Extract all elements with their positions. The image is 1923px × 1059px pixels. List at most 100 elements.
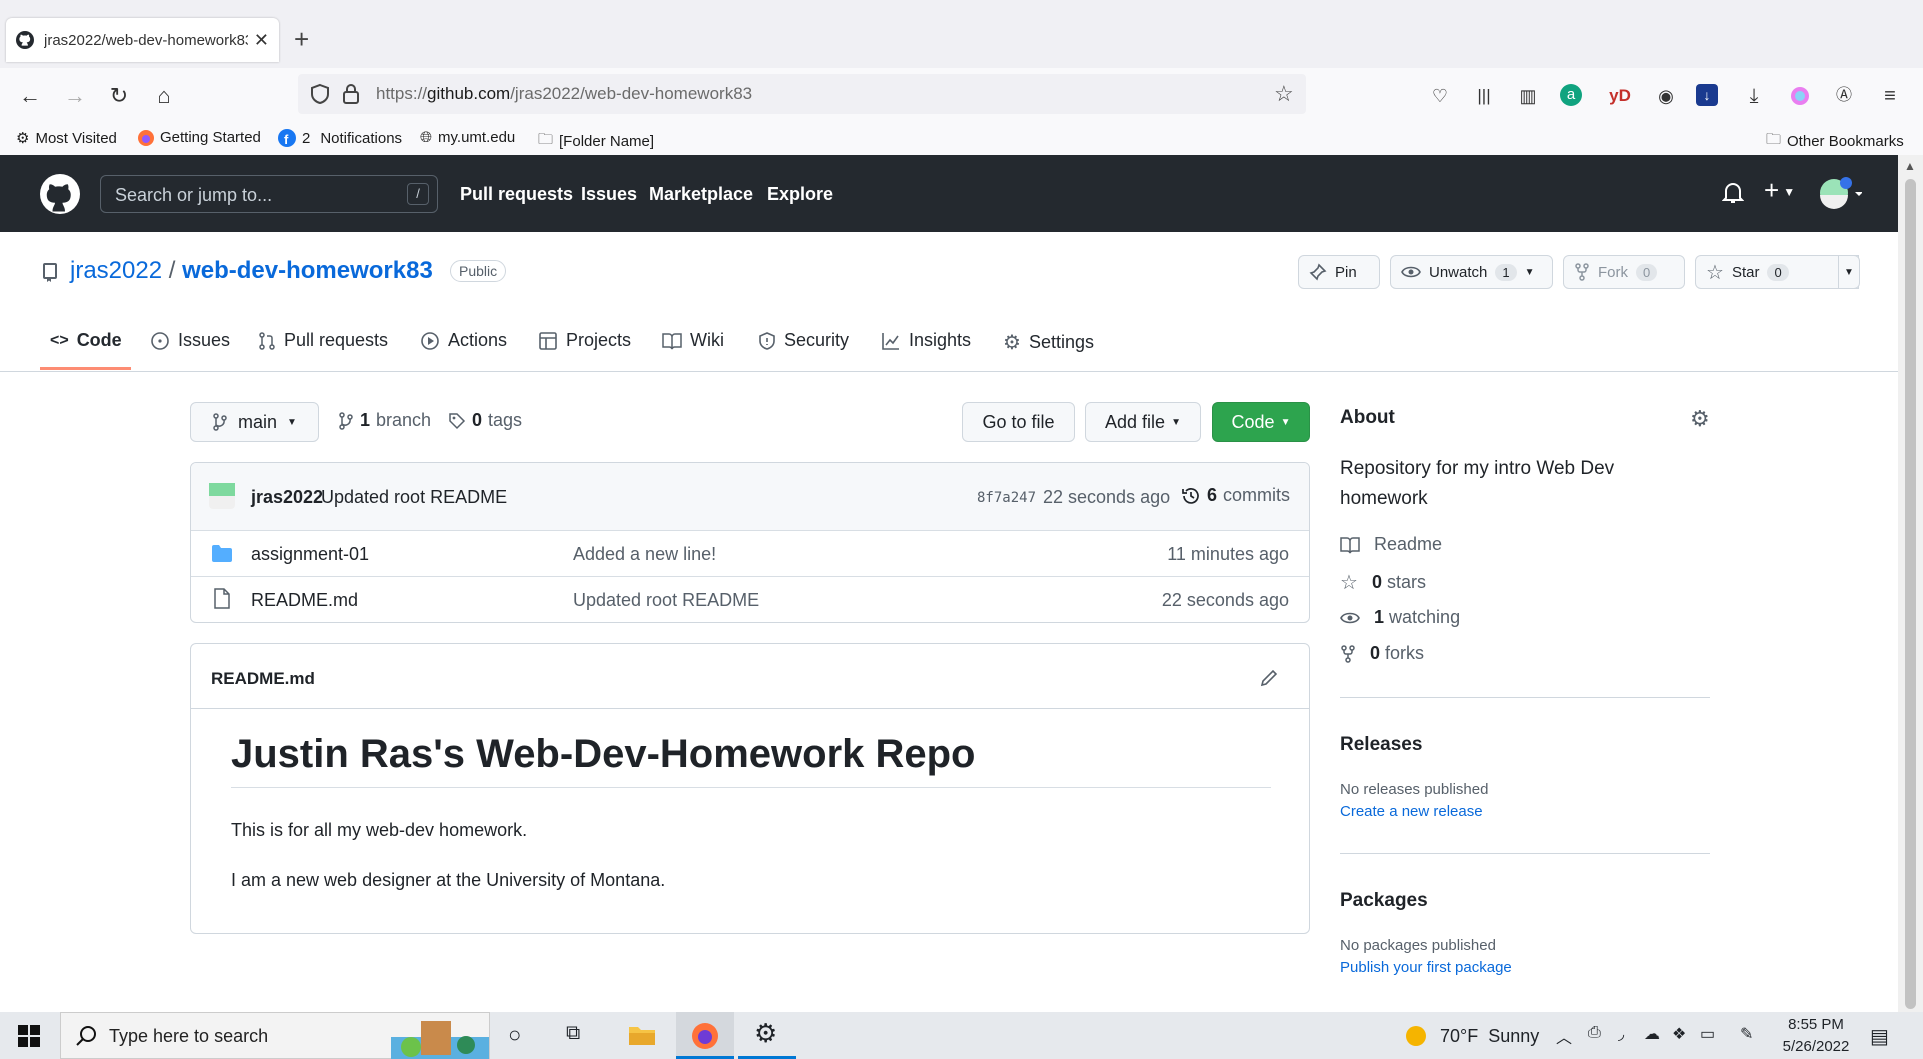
edit-pencil-icon[interactable]: [1259, 668, 1279, 688]
url-bar[interactable]: https://github.com/jras2022/web-dev-home…: [298, 74, 1306, 114]
user-avatar[interactable]: [1818, 177, 1862, 209]
unwatch-button[interactable]: Unwatch 1 ▼: [1390, 255, 1553, 289]
close-tab-icon[interactable]: ✕: [254, 30, 269, 51]
add-file-button[interactable]: Add file ▼: [1085, 402, 1201, 442]
new-tab-icon[interactable]: +: [294, 26, 309, 52]
repo-name-link[interactable]: web-dev-homework83: [182, 257, 433, 284]
commit-sha[interactable]: 8f7a247: [977, 490, 1036, 506]
browser-tab[interactable]: jras2022/web-dev-homework83 ✕: [6, 18, 279, 62]
tab-settings[interactable]: ⚙ Settings: [1003, 330, 1094, 355]
create-new-plus-icon[interactable]: + ▼: [1764, 175, 1795, 206]
file-commit-message[interactable]: Added a new line!: [573, 544, 716, 565]
bookmark-other[interactable]: 🗀 Other Bookmarks: [1766, 129, 1904, 154]
tab-insights[interactable]: Insights: [881, 330, 971, 351]
global-search-input[interactable]: Search or jump to... /: [100, 175, 438, 213]
header-nav-marketplace[interactable]: Marketplace: [649, 184, 753, 205]
go-to-file-button[interactable]: Go to file: [962, 402, 1075, 442]
repo-owner-link[interactable]: jras2022: [70, 257, 162, 284]
extension-circle-icon[interactable]: ◉: [1652, 82, 1680, 110]
wifi-icon[interactable]: ◞: [1618, 1024, 1624, 1044]
clock-date[interactable]: 5/26/2022: [1776, 1038, 1856, 1055]
file-commit-message[interactable]: Updated root README: [573, 590, 759, 611]
github-logo-icon[interactable]: [40, 174, 80, 214]
weather-text[interactable]: 70°F Sunny: [1440, 1026, 1539, 1047]
tray-device-icon[interactable]: ⎙: [1588, 1024, 1601, 1042]
about-settings-gear-icon[interactable]: ⚙: [1690, 406, 1710, 432]
commit-message-link[interactable]: Updated root README: [321, 487, 507, 508]
notification-center-icon[interactable]: ▤: [1870, 1024, 1889, 1049]
pen-icon[interactable]: ✎: [1740, 1024, 1753, 1044]
releases-title[interactable]: Releases: [1340, 734, 1422, 756]
yandex-extension-icon[interactable]: yD: [1606, 82, 1634, 110]
pocket-icon[interactable]: ♡: [1426, 82, 1454, 110]
packages-title[interactable]: Packages: [1340, 890, 1428, 912]
battery-icon[interactable]: ▭: [1700, 1024, 1715, 1044]
header-nav-explore[interactable]: Explore: [767, 184, 833, 205]
tab-pull-requests[interactable]: Pull requests: [258, 330, 388, 351]
scrollbar-thumb[interactable]: [1905, 179, 1916, 1009]
create-release-link[interactable]: Create a new release: [1340, 803, 1483, 820]
windows-start-icon[interactable]: [18, 1025, 40, 1047]
table-row[interactable]: README.md Updated root README 22 seconds…: [191, 576, 1309, 622]
bookmark-umt[interactable]: 🌐︎ my.umt.edu: [420, 129, 515, 146]
readme-link[interactable]: Readme: [1340, 534, 1442, 555]
back-icon[interactable]: ←: [16, 82, 44, 110]
tab-issues[interactable]: Issues: [150, 330, 230, 351]
extension-a-box-icon[interactable]: Ⓐ: [1830, 82, 1858, 110]
header-nav-issues[interactable]: Issues: [581, 184, 637, 205]
tags-link[interactable]: 0 tags: [448, 410, 522, 431]
watching-link[interactable]: 1 watching: [1340, 607, 1460, 628]
tab-actions[interactable]: Actions: [420, 330, 507, 351]
downloads-icon[interactable]: ⤓: [1740, 82, 1768, 110]
extension-a-icon[interactable]: a: [1560, 84, 1582, 106]
bookmark-star-icon[interactable]: ☆: [1274, 81, 1294, 107]
pin-button[interactable]: Pin: [1298, 255, 1380, 289]
scroll-up-icon[interactable]: ▲: [1904, 159, 1916, 173]
commits-link[interactable]: 6 commits: [1181, 485, 1290, 506]
bookmark-notifications[interactable]: f 2 Notifications: [278, 129, 402, 147]
taskbar-firefox[interactable]: [676, 1012, 734, 1059]
header-nav-pull-requests[interactable]: Pull requests: [460, 184, 573, 205]
branches-link[interactable]: 1 branch: [338, 410, 431, 431]
lock-icon[interactable]: [342, 83, 360, 105]
tab-wiki[interactable]: Wiki: [662, 330, 724, 351]
commit-author-link[interactable]: jras2022: [251, 487, 323, 508]
bookmark-folder[interactable]: 🗀 [Folder Name]: [538, 129, 654, 154]
fork-button[interactable]: Fork 0: [1563, 255, 1685, 289]
code-button[interactable]: Code ▼: [1212, 402, 1310, 442]
menu-icon[interactable]: ≡: [1876, 82, 1904, 110]
file-name-link[interactable]: README.md: [251, 590, 358, 611]
color-extension-icon[interactable]: [1786, 82, 1814, 110]
author-avatar[interactable]: [209, 483, 235, 509]
taskbar-search-box[interactable]: Type here to search: [60, 1012, 490, 1059]
page-scrollbar[interactable]: ▲: [1898, 155, 1923, 1012]
sidebar-icon[interactable]: ▥: [1514, 82, 1542, 110]
bookmark-getting-started[interactable]: Getting Started: [138, 129, 261, 146]
reload-icon[interactable]: ↻: [105, 82, 133, 110]
extension-download-blue-icon[interactable]: ↓: [1696, 84, 1718, 106]
cortana-icon[interactable]: ○: [508, 1022, 521, 1048]
tab-projects[interactable]: Projects: [538, 330, 631, 351]
dropbox-icon[interactable]: ❖: [1672, 1024, 1686, 1044]
library-icon[interactable]: |||: [1470, 82, 1498, 110]
shield-icon[interactable]: [310, 83, 330, 105]
table-row[interactable]: assignment-01 Added a new line! 11 minut…: [191, 530, 1309, 576]
forks-link[interactable]: 0 forks: [1340, 643, 1424, 664]
taskbar-settings[interactable]: ⚙: [738, 1012, 796, 1059]
bookmark-most-visited[interactable]: ⚙ Most Visited: [16, 129, 117, 148]
show-hidden-icons-chevron-icon[interactable]: ︿: [1556, 1024, 1572, 1048]
branch-selector-button[interactable]: main ▼: [190, 402, 319, 442]
tab-code[interactable]: <> Code: [50, 330, 122, 351]
task-view-icon[interactable]: ⧉: [566, 1022, 580, 1045]
star-list-dropdown[interactable]: ▼: [1838, 255, 1860, 289]
forward-icon[interactable]: →: [61, 82, 89, 110]
star-button[interactable]: ☆ Star 0: [1695, 255, 1859, 289]
notifications-bell-icon[interactable]: [1722, 181, 1744, 205]
file-explorer-icon[interactable]: [628, 1024, 656, 1046]
publish-package-link[interactable]: Publish your first package: [1340, 959, 1512, 976]
tab-security[interactable]: Security: [758, 330, 849, 351]
onedrive-icon[interactable]: ☁: [1644, 1024, 1660, 1044]
home-icon[interactable]: ⌂: [150, 82, 178, 110]
stars-link[interactable]: ☆ 0 stars: [1340, 570, 1426, 595]
file-name-link[interactable]: assignment-01: [251, 544, 369, 565]
